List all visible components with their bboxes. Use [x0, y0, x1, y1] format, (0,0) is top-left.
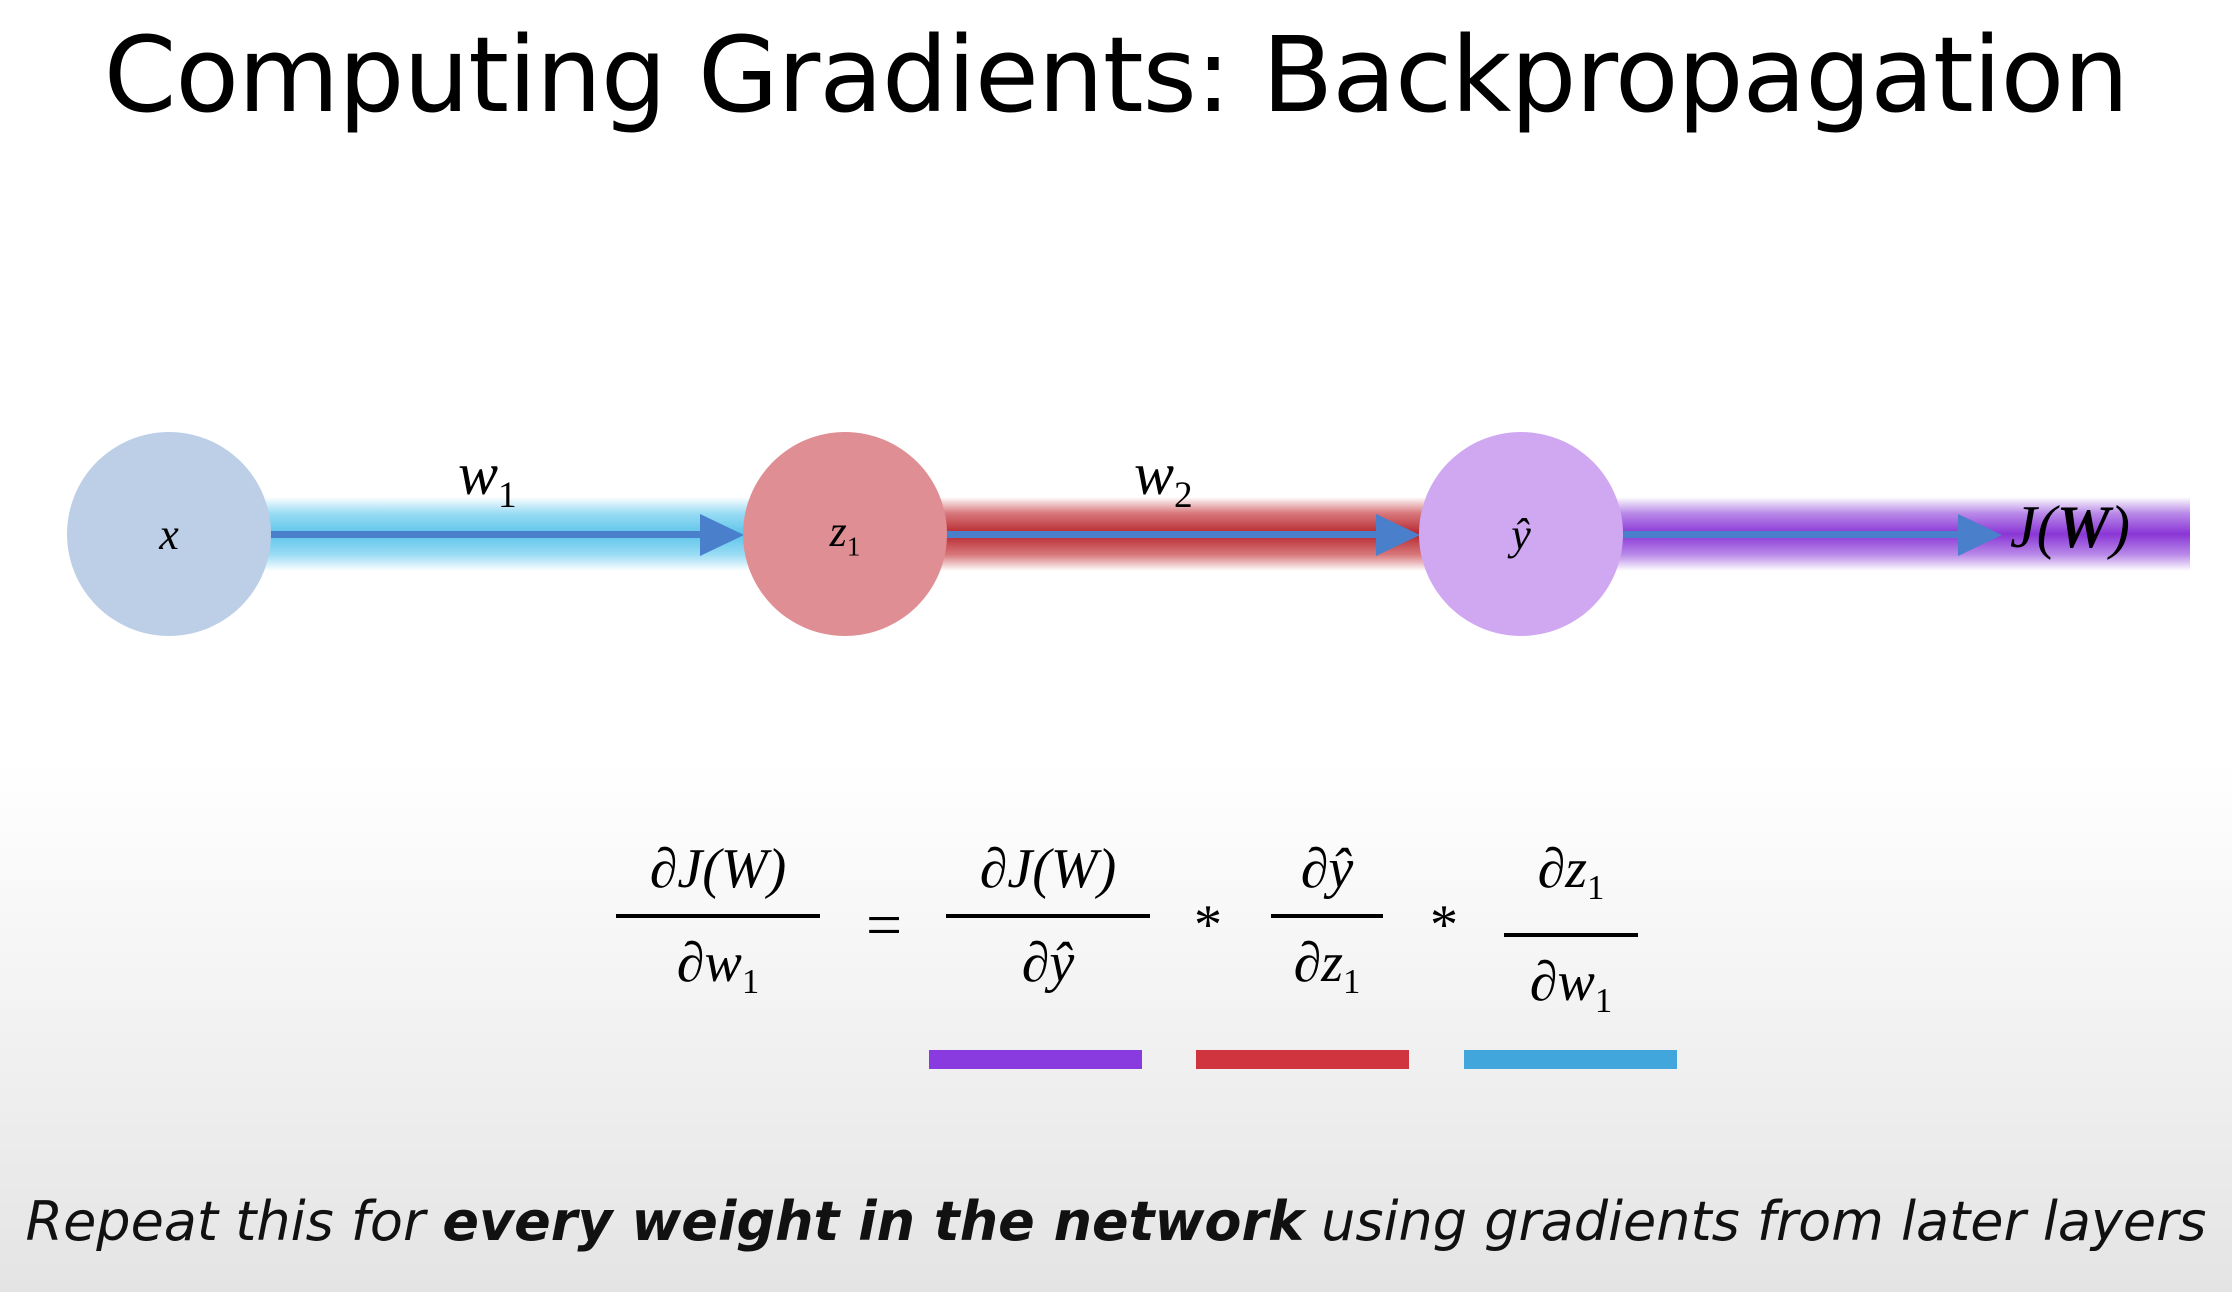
term1-fraction-bar: [946, 914, 1150, 918]
term1-numerator: ∂J(W): [979, 838, 1117, 900]
slide-title: Computing Gradients: Backpropagation: [103, 14, 2129, 136]
node-z1: z1: [743, 432, 947, 636]
term1-fraction: ∂J(W) ∂ŷ: [946, 830, 1150, 1002]
equals-sign: =: [866, 889, 903, 960]
arrow-z1-yhat-head: [1376, 514, 1420, 556]
node-x: x: [67, 432, 271, 636]
node-yhat-label: ŷ: [1511, 509, 1531, 559]
multiply-sign-1: *: [1194, 894, 1222, 956]
multiply-sign-2: *: [1430, 894, 1458, 956]
term1-underline-purple: [929, 1050, 1142, 1069]
term2-denominator: ∂z1: [1293, 932, 1361, 1002]
arrow-yhat-loss-line: [1622, 531, 1968, 538]
node-yhat: ŷ: [1419, 432, 1623, 636]
term1-denominator: ∂ŷ: [1021, 932, 1075, 994]
term2-underline-red: [1196, 1050, 1409, 1069]
arrow-yhat-loss-head: [1958, 514, 2002, 556]
term2-fraction: ∂ŷ ∂z1: [1271, 830, 1383, 1021]
node-x-label: x: [159, 509, 179, 559]
term3-fraction: ∂z1 ∂w1: [1504, 830, 1638, 1040]
term3-fraction-bar: [1504, 933, 1638, 938]
edge-label-w2: w2: [1134, 441, 1193, 517]
lhs-fraction-bar: [616, 914, 820, 918]
term2-fraction-bar: [1271, 914, 1383, 918]
term3-underline-blue: [1464, 1050, 1677, 1069]
term3-denominator: ∂w1: [1529, 951, 1613, 1021]
loss-label: J(W): [2010, 494, 2130, 560]
edge-label-w1: w1: [458, 441, 517, 517]
node-z1-label: z1: [829, 506, 861, 562]
lhs-denominator: ∂w1: [676, 932, 760, 1002]
arrow-x-z1-line: [270, 531, 710, 538]
arrow-z1-yhat-line: [946, 531, 1386, 538]
lhs-numerator: ∂J(W): [649, 838, 787, 900]
term3-numerator: ∂z1: [1537, 838, 1605, 908]
term2-numerator: ∂ŷ: [1300, 838, 1354, 900]
lhs-fraction: ∂J(W) ∂w1: [616, 830, 820, 1021]
footer-note: Repeat this for every weight in the netw…: [25, 1190, 2207, 1253]
arrow-x-z1-head: [700, 514, 744, 556]
